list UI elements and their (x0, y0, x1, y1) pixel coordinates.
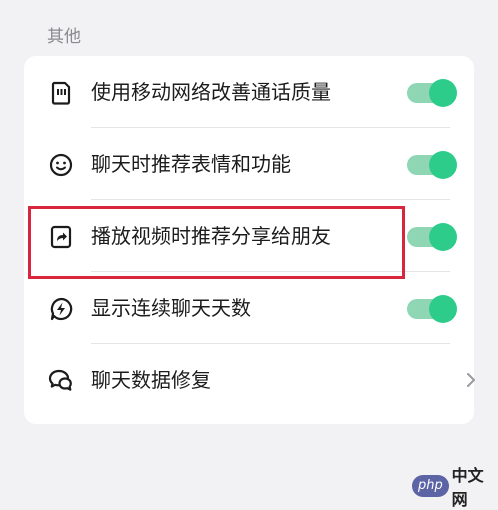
setting-label: 聊天时推荐表情和功能 (91, 152, 291, 176)
mobile-network-toggle[interactable] (407, 78, 459, 108)
smiley-face-icon (48, 152, 74, 178)
setting-label: 显示连续聊天天数 (91, 296, 251, 320)
sim-card-icon (48, 80, 74, 106)
highlight-box (28, 206, 405, 279)
toggle-knob (429, 79, 457, 107)
toggle-knob (429, 295, 457, 323)
setting-row-chat-streak[interactable]: 显示连续聊天天数 (24, 272, 474, 344)
chat-recommend-toggle[interactable] (407, 150, 459, 180)
watermark-logo: php (412, 475, 449, 497)
toggle-knob (429, 151, 457, 179)
section-title: 其他 (47, 27, 81, 47)
setting-row-mobile-network[interactable]: 使用移动网络改善通话质量 (24, 56, 474, 128)
setting-row-chat-recommend[interactable]: 聊天时推荐表情和功能 (24, 128, 474, 200)
lightning-bolt-icon (48, 296, 74, 322)
toggle-knob (429, 223, 457, 251)
video-share-toggle[interactable] (407, 222, 459, 252)
chat-bubbles-icon (48, 368, 74, 394)
setting-label: 聊天数据修复 (91, 368, 211, 392)
setting-label: 使用移动网络改善通话质量 (91, 80, 331, 104)
watermark-text: 中文网 (451, 466, 484, 509)
setting-row-chat-repair[interactable]: 聊天数据修复 (24, 344, 475, 416)
chat-streak-toggle[interactable] (407, 294, 459, 324)
chevron-right-icon (462, 371, 480, 389)
watermark: php 中文网 (412, 466, 498, 509)
